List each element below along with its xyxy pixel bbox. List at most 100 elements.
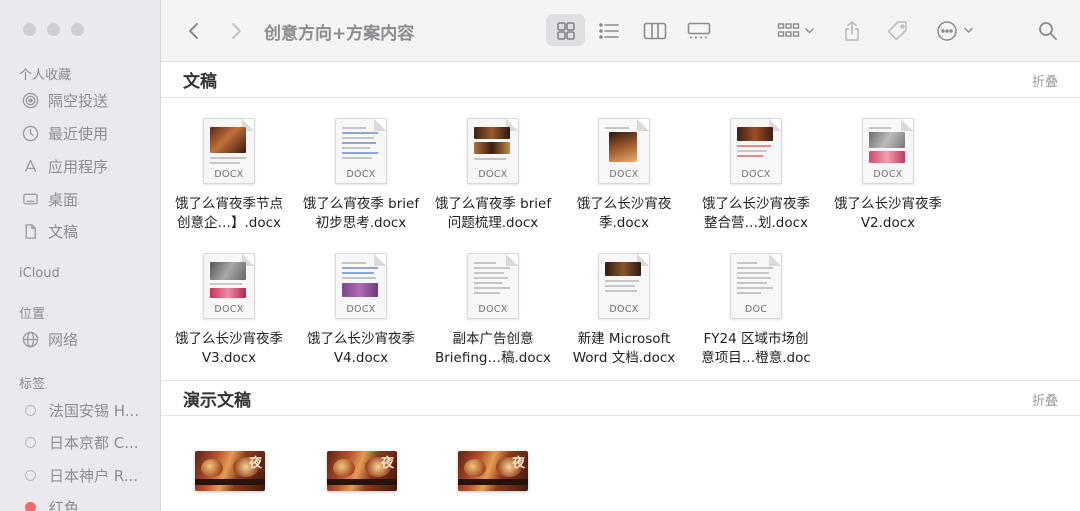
docx-file-icon: DOCX	[598, 253, 650, 319]
file-browser: 文稿 折叠 DOCX 饿了么宵夜季节点 创意企…】.docx DOCX 饿了么宵…	[161, 62, 1080, 511]
ellipsis-circle-icon	[936, 20, 976, 42]
file-name: 饿了么长沙宵夜季 V3.docx	[175, 331, 283, 366]
file-item[interactable]: DOCX 饿了么长沙宵夜季 V3.docx	[163, 253, 295, 368]
list-view-button[interactable]	[591, 0, 627, 62]
file-name: 饿了么宵夜季 brief 初步思考.docx	[302, 196, 420, 231]
doc-file-icon: DOC	[730, 253, 782, 319]
group-header-presentations: 演示文稿 折叠	[161, 380, 1080, 416]
sidebar-item-applications[interactable]: 应用程序	[21, 155, 108, 177]
chevron-right-icon	[229, 21, 243, 41]
tag-color-dot	[25, 469, 36, 481]
file-name: 新建 Microsoft Word 文档.docx	[572, 331, 676, 366]
group-by-button[interactable]	[771, 0, 821, 62]
collapse-button[interactable]: 折叠	[1032, 390, 1058, 409]
file-item[interactable]: DOCX 饿了么宵夜季 brief 问题梳理.docx	[427, 118, 559, 233]
clock-icon	[21, 124, 39, 142]
sidebar-item-label: 文稿	[48, 222, 79, 241]
sidebar-tag-item[interactable]: 日本神户 R...	[21, 464, 138, 486]
file-name: 饿了么长沙宵夜 季.docx	[576, 196, 672, 231]
docx-file-icon: DOCX	[598, 118, 650, 184]
tag-color-dot	[25, 501, 36, 511]
sidebar-item-label: 网络	[48, 330, 79, 349]
gallery-view-button[interactable]	[681, 0, 717, 62]
file-item[interactable]: DOCX 饿了么长沙宵夜季 V4.docx	[295, 253, 427, 368]
column-view-button[interactable]	[637, 0, 673, 62]
sidebar-item-label: 日本京都 C...	[49, 433, 139, 452]
file-item[interactable]: DOCX 副本广告创意 Briefing…稿.docx	[427, 253, 559, 368]
icon-view-button[interactable]	[546, 0, 585, 62]
docx-file-icon: DOCX	[335, 253, 387, 319]
window-controls	[23, 23, 84, 36]
sidebar: 个人收藏 隔空投送 最近使用 应用程序 桌面 文稿 iCloud 位置 网络 标…	[0, 0, 161, 511]
file-item[interactable]: DOCX 新建 Microsoft Word 文档.docx	[558, 253, 690, 368]
desktop-icon	[21, 190, 39, 208]
docx-file-icon: DOCX	[335, 118, 387, 184]
group-by-icon	[777, 22, 815, 40]
sidebar-item-recents[interactable]: 最近使用	[21, 122, 108, 144]
docx-file-icon: DOCX	[730, 118, 782, 184]
sidebar-item-label: 桌面	[48, 190, 79, 209]
group-header-documents: 文稿 折叠	[161, 62, 1080, 98]
file-item[interactable]: DOCX 饿了么宵夜季 brief 初步思考.docx	[295, 118, 427, 233]
locations-header: 位置	[19, 307, 46, 322]
tag-color-dot	[25, 436, 36, 448]
tag-icon	[887, 20, 909, 42]
file-item[interactable]: DOCX 饿了么长沙宵夜 季.docx	[558, 118, 690, 233]
search-icon	[1038, 21, 1058, 41]
docx-file-icon: DOCX	[203, 118, 255, 184]
sidebar-item-network[interactable]: 网络	[21, 328, 78, 350]
sidebar-tag-item[interactable]: 日本京都 C...	[21, 431, 139, 453]
sidebar-tag-item[interactable]: 法国安锡 H...	[21, 399, 139, 421]
back-button[interactable]	[181, 0, 207, 62]
file-name: 副本广告创意 Briefing…稿.docx	[434, 331, 552, 366]
file-name: 饿了么长沙宵夜季 V4.docx	[307, 331, 415, 366]
finder-window: 个人收藏 隔空投送 最近使用 应用程序 桌面 文稿 iCloud 位置 网络 标…	[0, 0, 1080, 511]
sidebar-item-label: 日本神户 R...	[49, 466, 138, 485]
share-icon	[843, 20, 861, 42]
close-button[interactable]	[23, 23, 36, 36]
more-actions-button[interactable]	[933, 0, 979, 62]
list-view-icon	[598, 22, 620, 40]
collapse-button[interactable]: 折叠	[1032, 71, 1058, 90]
gallery-view-icon	[687, 22, 711, 40]
presentation-thumbnail[interactable]: 夜	[458, 451, 528, 491]
file-name: 饿了么宵夜季 brief 问题梳理.docx	[434, 196, 552, 231]
icon-view-icon	[556, 21, 576, 41]
favorites-header: 个人收藏	[19, 68, 72, 83]
group-title: 文稿	[183, 72, 217, 92]
forward-button[interactable]	[223, 0, 249, 62]
zoom-button[interactable]	[71, 23, 84, 36]
globe-icon	[21, 330, 39, 348]
docx-file-icon: DOCX	[467, 118, 519, 184]
sidebar-tag-item[interactable]: 红色	[21, 496, 79, 511]
file-item[interactable]: DOC FY24 区域市场创 意项目…橙意.doc	[690, 253, 822, 368]
sidebar-item-desktop[interactable]: 桌面	[21, 188, 78, 210]
presentation-thumbnail[interactable]: 夜	[195, 451, 265, 491]
file-name: 饿了么长沙宵夜季 整合营…划.docx	[702, 196, 810, 231]
tags-header: 标签	[19, 377, 46, 392]
sidebar-item-label: 最近使用	[48, 124, 109, 143]
document-icon	[21, 222, 39, 240]
sidebar-item-label: 应用程序	[48, 157, 109, 176]
share-button[interactable]	[839, 0, 865, 62]
chevron-left-icon	[187, 21, 201, 41]
presentation-thumbnail[interactable]: 夜	[327, 451, 397, 491]
file-name: 饿了么长沙宵夜季 V2.docx	[834, 196, 942, 231]
column-view-icon	[643, 22, 667, 40]
sidebar-item-label: 隔空投送	[48, 91, 109, 110]
file-item[interactable]: DOCX 饿了么长沙宵夜季 整合营…划.docx	[690, 118, 822, 233]
sidebar-item-documents[interactable]: 文稿	[21, 220, 78, 242]
sidebar-item-airdrop[interactable]: 隔空投送	[21, 89, 108, 111]
file-name: 饿了么宵夜季节点 创意企…】.docx	[175, 196, 283, 231]
file-item[interactable]: DOCX 饿了么宵夜季节点 创意企…】.docx	[163, 118, 295, 233]
tag-color-dot	[25, 404, 36, 416]
file-item[interactable]: DOCX 饿了么长沙宵夜季 V2.docx	[822, 118, 954, 233]
sidebar-item-label: 法国安锡 H...	[49, 401, 140, 420]
toolbar: 创意方向+方案内容	[161, 0, 1080, 62]
group-title: 演示文稿	[183, 391, 251, 411]
tag-button[interactable]	[883, 0, 913, 62]
docx-file-icon: DOCX	[862, 118, 914, 184]
search-button[interactable]	[1035, 0, 1061, 62]
docx-file-icon: DOCX	[203, 253, 255, 319]
minimize-button[interactable]	[47, 23, 60, 36]
